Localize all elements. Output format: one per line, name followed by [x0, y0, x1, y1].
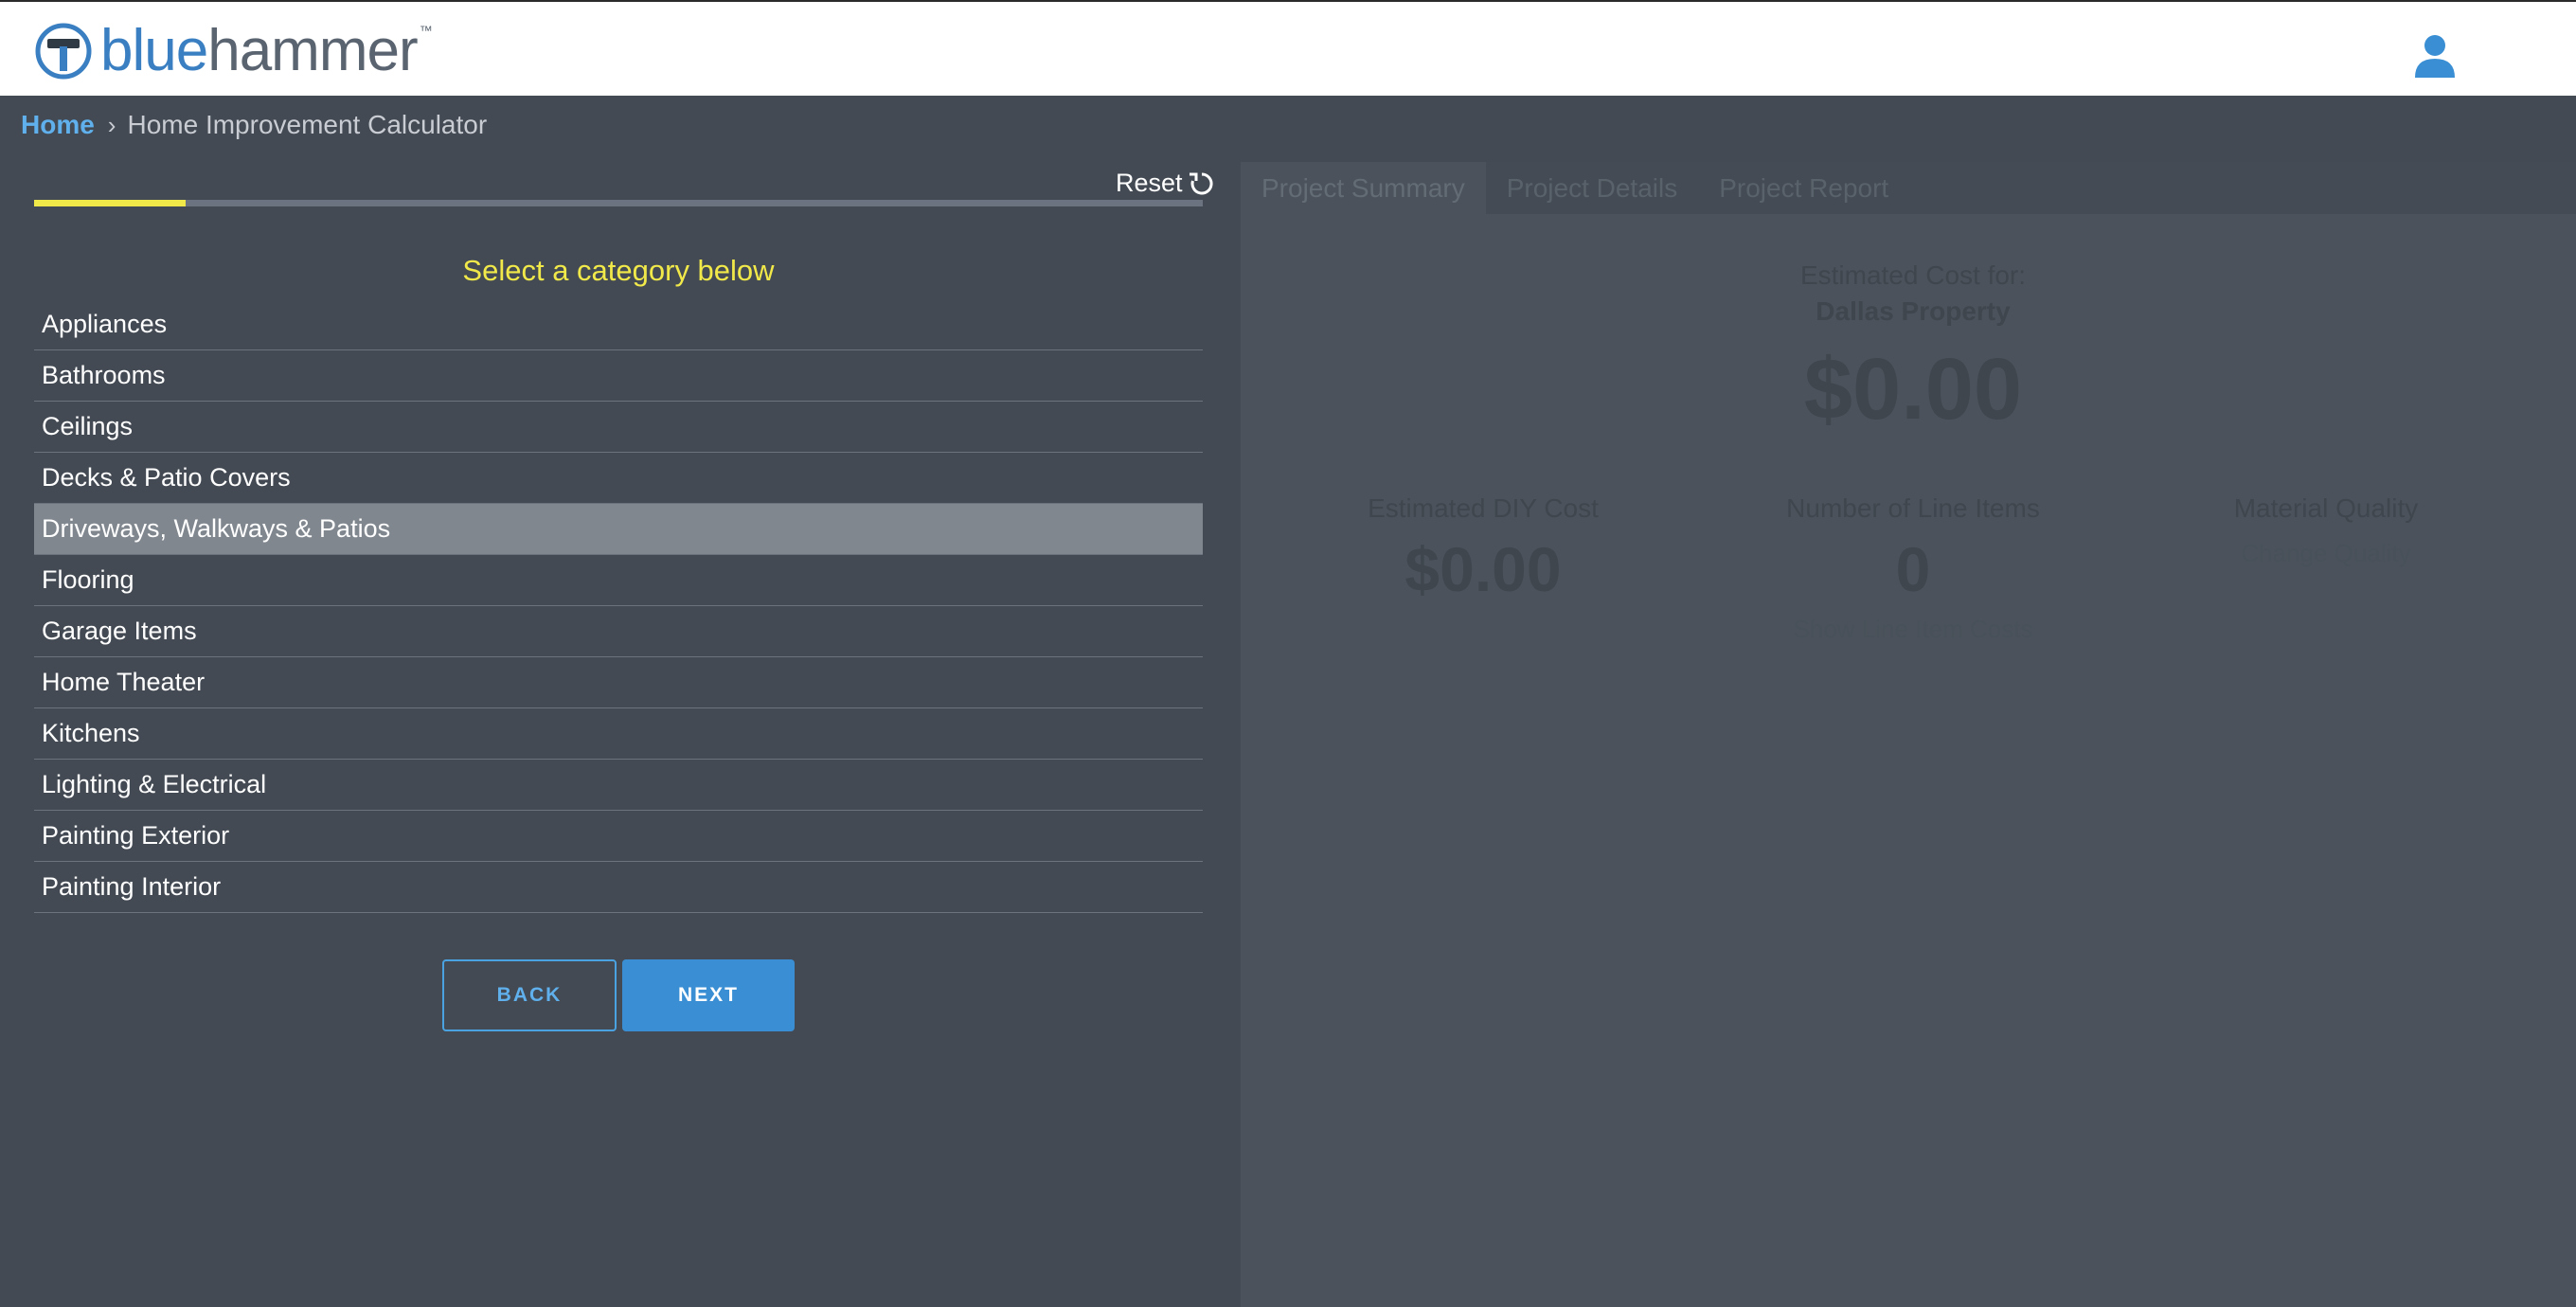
property-name: Dallas Property [1816, 296, 2011, 326]
change-quality-link[interactable]: Change Quality [2118, 539, 2534, 568]
logo-trademark: ™ [419, 23, 433, 38]
category-item[interactable]: Garage Items [34, 606, 1203, 657]
line-items-value: 0 [1895, 534, 1931, 604]
back-button[interactable]: BACK [442, 959, 617, 1031]
total-cost-value: $0.00 [1803, 341, 2023, 438]
category-item[interactable]: Painting Interior [34, 862, 1203, 913]
category-list: Appliances Bathrooms Ceilings Decks & Patio… [34, 299, 1203, 913]
breadcrumb-home-link[interactable]: Home [21, 110, 95, 140]
user-icon[interactable] [2411, 32, 2459, 80]
reset-label: Reset [1116, 169, 1183, 197]
logo-text: bluehammer [100, 18, 419, 83]
category-item[interactable]: Appliances [34, 299, 1203, 350]
project-summary-panel: Project Summary Project Details Project Re… [1241, 162, 2576, 1307]
material-quality-label: Material Quality [2233, 493, 2419, 523]
diy-cost-value: $0.00 [1404, 534, 1562, 604]
breadcrumb-current: Home Improvement Calculator [127, 110, 488, 139]
category-item[interactable]: Kitchens [34, 708, 1203, 760]
breadcrumb: Home › Home Improvement Calculator [21, 108, 487, 142]
reset-button[interactable]: Reset [1116, 169, 1215, 198]
category-item[interactable]: Driveways, Walkways & Patios [34, 504, 1203, 555]
top-header: bluehammer ™ [0, 0, 2576, 96]
tab-project-report[interactable]: Project Report [1698, 162, 1909, 214]
category-item[interactable]: Home Theater [34, 657, 1203, 708]
bluehammer-logo[interactable]: bluehammer ™ [34, 21, 433, 81]
next-button[interactable]: NEXT [622, 959, 795, 1031]
category-item[interactable]: Ceilings [34, 402, 1203, 453]
show-line-item-costs-link[interactable]: Show Line Item Costs [1705, 615, 2121, 644]
line-items-label: Number of Line Items [1786, 493, 2040, 523]
category-item[interactable]: Flooring [34, 555, 1203, 606]
category-item[interactable]: Painting Exterior [34, 811, 1203, 862]
wizard-progress-fill [34, 200, 187, 206]
tab-project-details[interactable]: Project Details [1486, 162, 1699, 214]
category-item[interactable]: Decks & Patio Covers [34, 453, 1203, 504]
reset-icon [1189, 171, 1213, 194]
tab-project-summary[interactable]: Project Summary [1241, 162, 1486, 214]
wizard-progress-bar [34, 200, 1203, 206]
category-item[interactable]: Bathrooms [34, 350, 1203, 402]
category-prompt: Select a category below [462, 254, 775, 287]
chevron-right-icon: › [107, 110, 116, 139]
summary-tabs: Project Summary Project Details Project Re… [1241, 162, 2576, 214]
diy-cost-label: Estimated DIY Cost [1368, 493, 1599, 523]
estimated-cost-heading: Estimated Cost for: Dallas Property [1667, 258, 2159, 330]
hammer-logo-icon [35, 23, 92, 80]
category-item[interactable]: Lighting & Electrical [34, 760, 1203, 811]
estimated-cost-label: Estimated Cost for: [1799, 260, 2027, 290]
